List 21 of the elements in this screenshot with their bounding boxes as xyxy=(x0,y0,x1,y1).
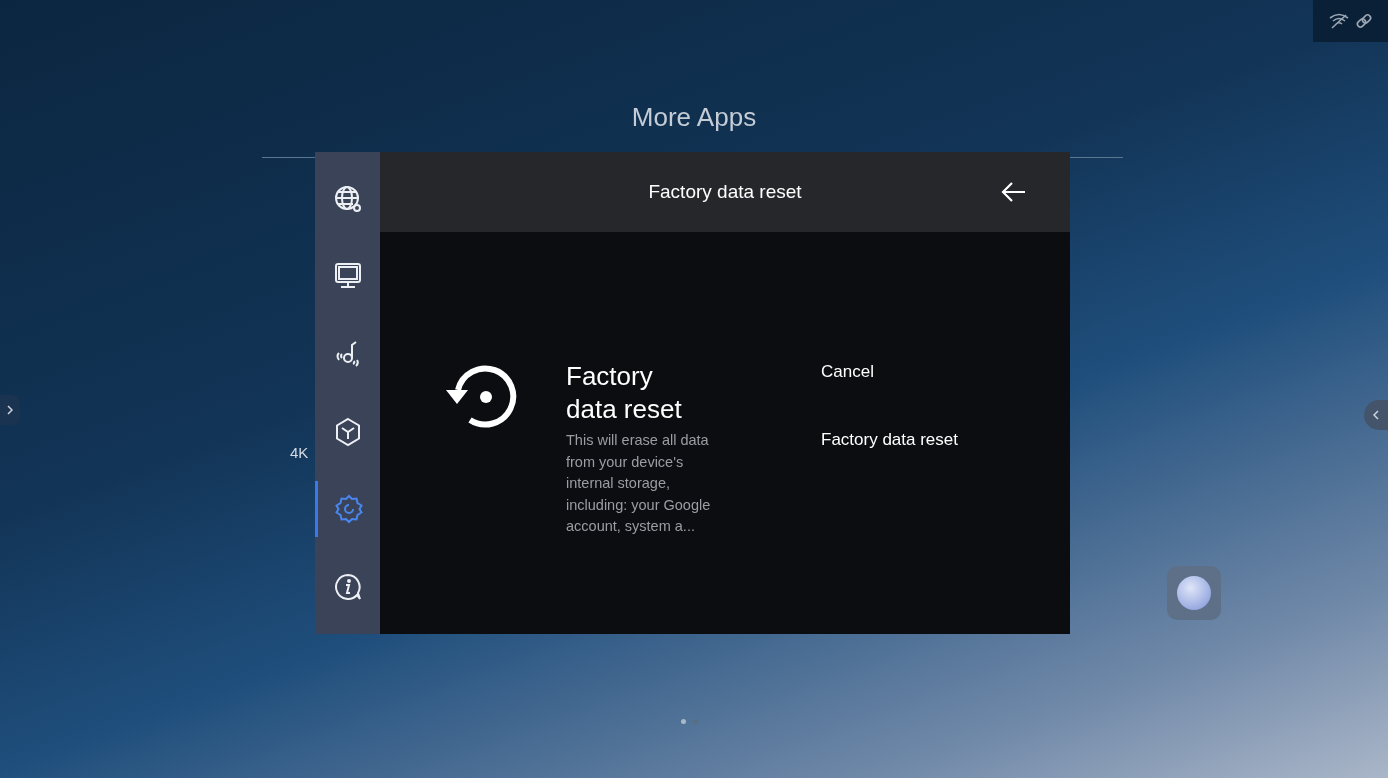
back-arrow-icon xyxy=(1000,181,1026,203)
page-dot[interactable] xyxy=(681,719,686,724)
app-label: 4K xyxy=(290,444,309,461)
page-dot[interactable] xyxy=(693,719,698,724)
dialog-description: This will erase all data from your device's internal storage, including: your Google account, system a... xyxy=(566,431,712,536)
back-button[interactable] xyxy=(1000,181,1026,203)
wifi-icon xyxy=(1328,13,1349,29)
left-edge-tab[interactable] xyxy=(0,395,20,425)
page-title: More Apps xyxy=(630,102,758,133)
info-icon xyxy=(332,572,363,603)
right-edge-tab[interactable] xyxy=(1364,400,1388,430)
dialog-title: Factory data reset xyxy=(648,181,802,203)
chevron-left-icon xyxy=(1373,410,1379,420)
gear-icon xyxy=(333,493,365,526)
globe-gear-icon xyxy=(332,183,363,214)
link-icon xyxy=(1354,12,1373,30)
dialog-heading: Factory data reset xyxy=(566,360,683,426)
action-button[interactable]: Cancel xyxy=(821,362,958,382)
chevron-right-icon xyxy=(7,405,13,415)
action-button[interactable]: Factory data reset xyxy=(821,430,958,450)
floating-button[interactable] xyxy=(1167,566,1221,620)
